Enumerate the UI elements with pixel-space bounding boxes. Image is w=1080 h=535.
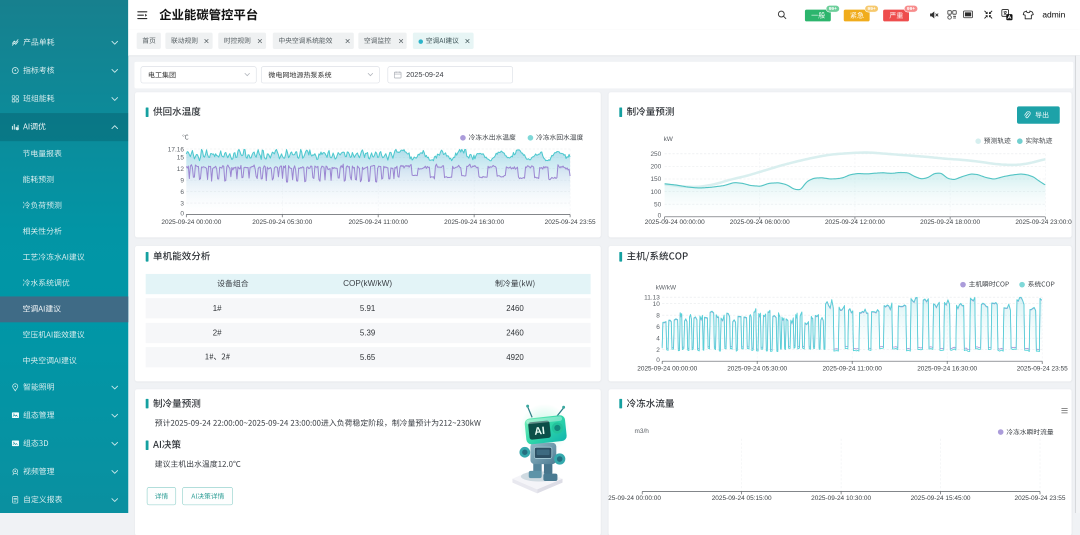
- svg-text:10: 10: [653, 301, 661, 308]
- svg-text:17.16: 17.16: [168, 146, 185, 153]
- svg-text:6: 6: [656, 324, 660, 331]
- svg-text:2025-09-24 23:55: 2025-09-24 23:55: [1017, 365, 1068, 372]
- svg-text:2025-09-24 16:30:00: 2025-09-24 16:30:00: [444, 219, 504, 226]
- svg-text:4: 4: [656, 335, 660, 342]
- svg-text:2025-09-24 00:00:00: 2025-09-24 00:00:00: [609, 495, 662, 502]
- svg-text:100: 100: [650, 189, 661, 196]
- svg-text:2025-09-24 06:00:00: 2025-09-24 06:00:00: [730, 219, 790, 226]
- svg-text:2025-09-24 12:00:00: 2025-09-24 12:00:00: [825, 219, 885, 226]
- svg-text:0: 0: [180, 210, 184, 217]
- svg-text:2025-09-24 00:00:00: 2025-09-24 00:00:00: [645, 219, 705, 226]
- svg-text:2025-09-24 11:00:00: 2025-09-24 11:00:00: [822, 365, 882, 372]
- svg-text:2025-09-24 23:00:00: 2025-09-24 23:00:00: [1015, 219, 1071, 226]
- svg-text:2025-09-24 10:30:00: 2025-09-24 10:30:00: [811, 495, 871, 502]
- svg-text:50: 50: [654, 201, 662, 208]
- svg-text:11.13: 11.13: [644, 294, 660, 301]
- svg-text:200: 200: [650, 163, 661, 170]
- svg-text:2025-09-24 00:00:00: 2025-09-24 00:00:00: [161, 219, 221, 226]
- svg-text:2025-09-24 05:30:00: 2025-09-24 05:30:00: [727, 365, 787, 372]
- svg-text:250: 250: [650, 151, 661, 158]
- svg-text:150: 150: [650, 176, 661, 183]
- svg-text:AI: AI: [534, 425, 546, 438]
- svg-text:6: 6: [180, 189, 184, 196]
- svg-text:2025-09-24 05:15:00: 2025-09-24 05:15:00: [712, 495, 772, 502]
- svg-text:15: 15: [177, 154, 185, 161]
- svg-text:0: 0: [656, 357, 660, 364]
- svg-text:2025-09-24 23:55: 2025-09-24 23:55: [1015, 495, 1066, 502]
- svg-text:9: 9: [180, 177, 184, 184]
- svg-text:2025-09-24 23:55: 2025-09-24 23:55: [545, 219, 596, 226]
- svg-text:2025-09-24 11:00:00: 2025-09-24 11:00:00: [348, 219, 408, 226]
- svg-text:3: 3: [180, 200, 184, 207]
- svg-text:2025-09-24 00:00:00: 2025-09-24 00:00:00: [637, 365, 697, 372]
- svg-text:2: 2: [656, 347, 660, 354]
- svg-text:2025-09-24 05:30:00: 2025-09-24 05:30:00: [252, 219, 312, 226]
- svg-text:12: 12: [177, 166, 185, 173]
- svg-text:2025-09-24 18:00:00: 2025-09-24 18:00:00: [920, 219, 980, 226]
- svg-text:2025-09-24 15:45:00: 2025-09-24 15:45:00: [911, 495, 971, 502]
- svg-text:8: 8: [656, 312, 660, 319]
- svg-text:2025-09-24 16:30:00: 2025-09-24 16:30:00: [917, 365, 977, 372]
